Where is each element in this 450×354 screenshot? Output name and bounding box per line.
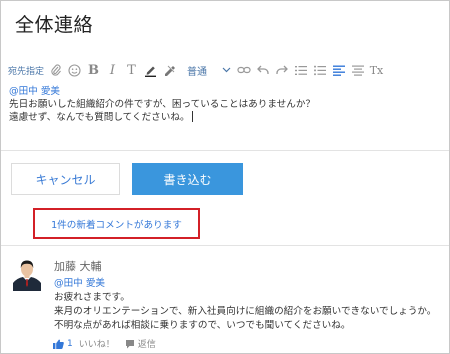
attachment-icon[interactable] [46, 60, 65, 80]
emoji-icon[interactable] [65, 60, 84, 80]
comment-line-3: 不明な点があれば相談に乗りますので、いつでも聞いてくださいね。 [54, 320, 351, 331]
italic-button[interactable]: I [103, 60, 122, 80]
link-icon[interactable] [234, 60, 253, 80]
new-comment-notice-label: 1件の新着コメントがあります [51, 219, 182, 231]
undo-icon[interactable] [253, 60, 272, 80]
highlight-icon[interactable] [160, 60, 179, 80]
bullet-list-icon[interactable] [310, 60, 329, 80]
mention-button[interactable]: 宛先指定 [8, 60, 46, 80]
text-caret [191, 111, 193, 122]
pen-icon[interactable] [141, 60, 160, 80]
divider [1, 245, 449, 246]
comment-author[interactable]: 加藤 大輔 [54, 258, 102, 274]
editor-toolbar: 宛先指定 B I T 普通 Tx [1, 59, 449, 81]
clear-format-button[interactable]: Tx [367, 60, 386, 80]
comment-editor[interactable]: @田中 愛美 先日お願いした組織紹介の件ですが、困っていることはありませんか？ … [9, 85, 443, 145]
like-button[interactable]: いいね！ [79, 337, 115, 350]
page-title: 全体連絡 [15, 14, 94, 36]
thread-panel: 全体連絡 宛先指定 B I T 普通 Tx @田中 愛美 先日お願いした組織紹介… [0, 0, 450, 354]
text-button[interactable]: T [122, 60, 141, 80]
comment-actions: 1 いいね！ 返信 [53, 337, 156, 350]
like-count[interactable]: 1 [67, 339, 73, 349]
chevron-down-icon [222, 65, 231, 76]
comment-line-1: お疲れさまです。 [54, 292, 130, 303]
align-left-icon[interactable] [329, 60, 348, 80]
cancel-button[interactable]: キャンセル [11, 163, 120, 195]
avatar[interactable] [13, 257, 41, 291]
divider [1, 150, 449, 151]
font-size-select[interactable]: 普通 [182, 60, 234, 80]
editor-line-1: 先日お願いした組織紹介の件ですが、困っていることはありませんか？ [9, 99, 316, 110]
font-size-value: 普通 [187, 66, 207, 78]
numbered-list-icon[interactable] [291, 60, 310, 80]
new-comment-notice[interactable]: 1件の新着コメントがあります [33, 208, 200, 239]
reply-icon[interactable] [125, 339, 135, 349]
align-center-icon[interactable] [348, 60, 367, 80]
comment-mention[interactable]: @田中 愛美 [54, 278, 105, 289]
editor-mention[interactable]: @田中 愛美 [9, 86, 60, 97]
redo-icon[interactable] [272, 60, 291, 80]
thumbs-up-icon[interactable] [53, 339, 64, 349]
submit-button[interactable]: 書き込む [132, 163, 243, 195]
comment-line-2: 来月のオリエンテーションで、新入社員向けに組織の紹介をお願いできないでしょうか。 [54, 306, 437, 317]
editor-line-2: 遠慮せず、なんでも質問してくださいね。 [9, 112, 190, 123]
bold-button[interactable]: B [84, 60, 103, 80]
reply-button[interactable]: 返信 [138, 337, 156, 350]
